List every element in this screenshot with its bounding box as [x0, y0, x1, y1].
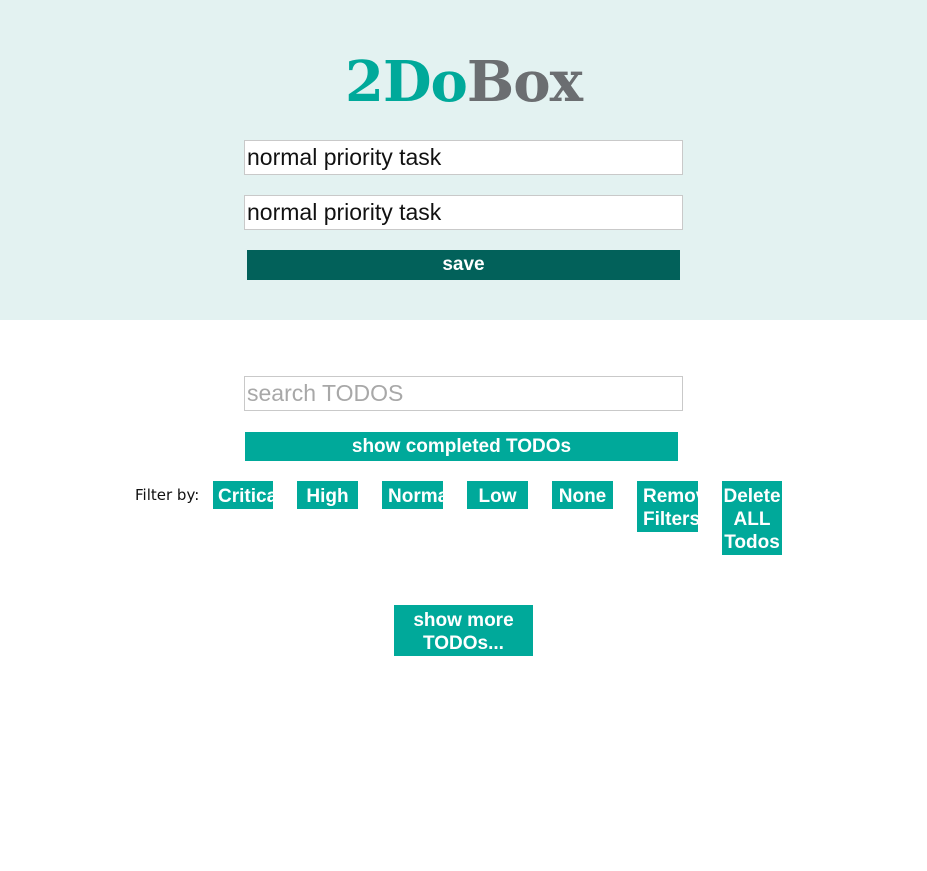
app-logo: 2DoBox: [0, 50, 927, 114]
todo-title-input[interactable]: [244, 140, 683, 175]
header-section: 2DoBox save: [0, 0, 927, 320]
search-input[interactable]: [244, 376, 683, 411]
filter-by-label: Filter by:: [135, 486, 200, 504]
logo-part-2do: 2Do: [345, 49, 468, 115]
delete-all-todos-button[interactable]: Delete ALL Todos: [722, 481, 782, 555]
filter-none-button[interactable]: None: [552, 481, 613, 509]
remove-filters-button[interactable]: Remove Filters: [637, 481, 698, 532]
todo-body-input[interactable]: [244, 195, 683, 230]
save-button[interactable]: save: [247, 250, 680, 280]
filter-normal-button[interactable]: Normal: [382, 481, 443, 509]
filter-low-button[interactable]: Low: [467, 481, 528, 509]
show-completed-button[interactable]: show completed TODOs: [245, 432, 678, 461]
filter-critical-button[interactable]: Critical: [213, 481, 273, 509]
filter-high-button[interactable]: High: [297, 481, 358, 509]
logo-part-box: Box: [466, 49, 583, 115]
show-more-todos-button[interactable]: show more TODOs...: [394, 605, 533, 656]
